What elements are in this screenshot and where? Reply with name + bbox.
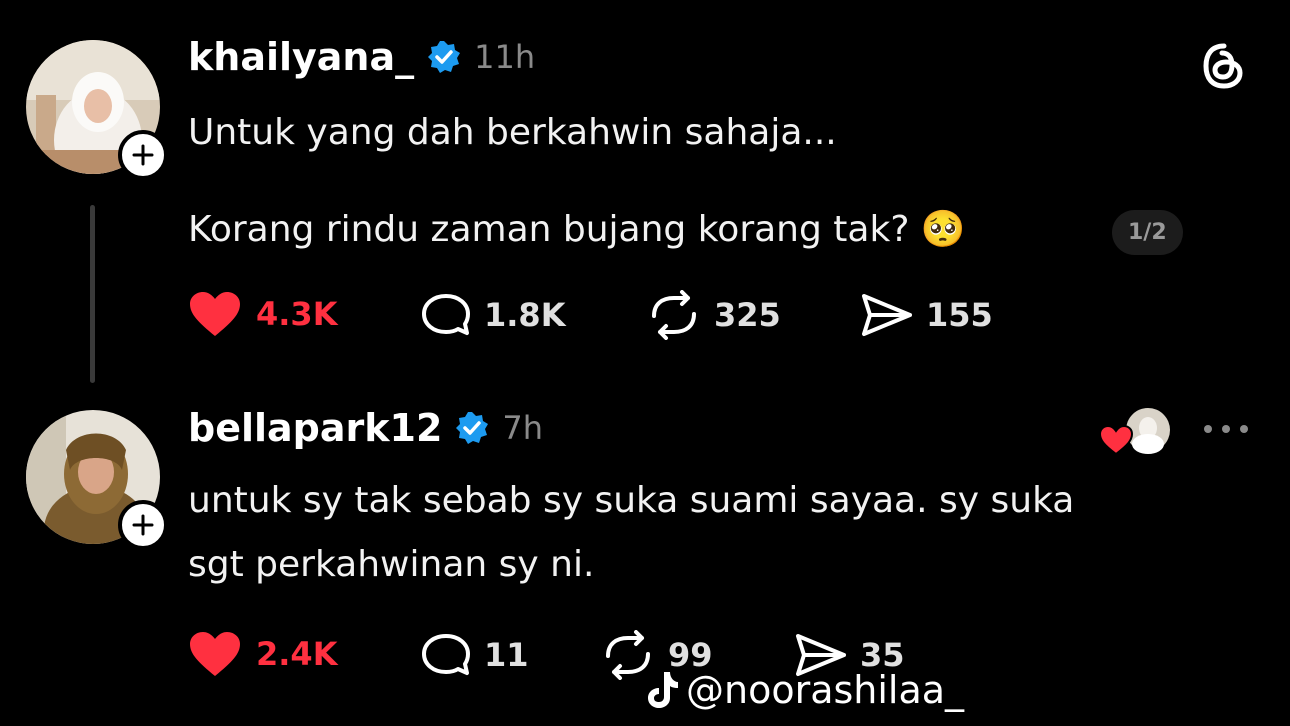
heart-icon [190,292,240,336]
post-text-line-2: sgt perkahwinan sy ni. [188,544,595,585]
threads-logo-icon[interactable] [1198,40,1250,92]
post-header: khailyana_ 11h [188,38,535,76]
like-button[interactable]: 4.3K [188,290,337,338]
post-time: 7h [502,409,544,447]
follow-plus-button[interactable] [118,130,168,180]
share-button[interactable]: 155 [860,292,993,338]
thread-connector-line [90,205,95,383]
like-button[interactable]: 2.4K [188,630,337,678]
plus-icon [132,144,154,166]
comment-icon [422,634,470,675]
reply-count: 11 [484,636,529,674]
author-liked-avatar [1098,404,1174,458]
username[interactable]: khailyana_ [188,38,414,76]
repost-count: 325 [714,296,781,334]
share-count: 35 [860,636,905,674]
comment-icon [422,294,470,335]
post-text-line-1: untuk sy tak sebab sy suka suami sayaa. … [188,480,1075,521]
reply-button[interactable]: 11 [420,632,529,678]
post-text-line-1: Untuk yang dah berkahwin sahaja... [188,112,837,153]
verified-badge-icon [426,39,462,75]
watermark-handle: @noorashilaa_ [686,668,965,712]
post-time: 11h [474,38,536,76]
username[interactable]: bellapark12 [188,409,442,447]
tiktok-logo-icon [648,672,678,708]
verified-badge-icon [454,410,490,446]
heart-icon [190,632,240,676]
reply-button[interactable]: 1.8K [420,292,565,338]
send-icon [862,294,912,336]
page-indicator: 1/2 [1112,210,1183,255]
more-dots-icon[interactable] [1200,418,1252,440]
repost-icon [652,290,696,340]
plus-icon [132,514,154,536]
repost-button[interactable]: 325 [646,290,781,340]
post-header: bellapark12 7h [188,409,543,447]
reply-count: 1.8K [484,296,566,334]
like-count: 4.3K [256,295,338,333]
repost-count: 99 [668,636,713,674]
like-count: 2.4K [256,635,338,673]
tiktok-watermark: @noorashilaa_ [646,670,964,710]
share-count: 155 [926,296,993,334]
post-text-line-2: Korang rindu zaman bujang korang tak? 🥺 [188,209,966,250]
follow-plus-button[interactable] [118,500,168,550]
